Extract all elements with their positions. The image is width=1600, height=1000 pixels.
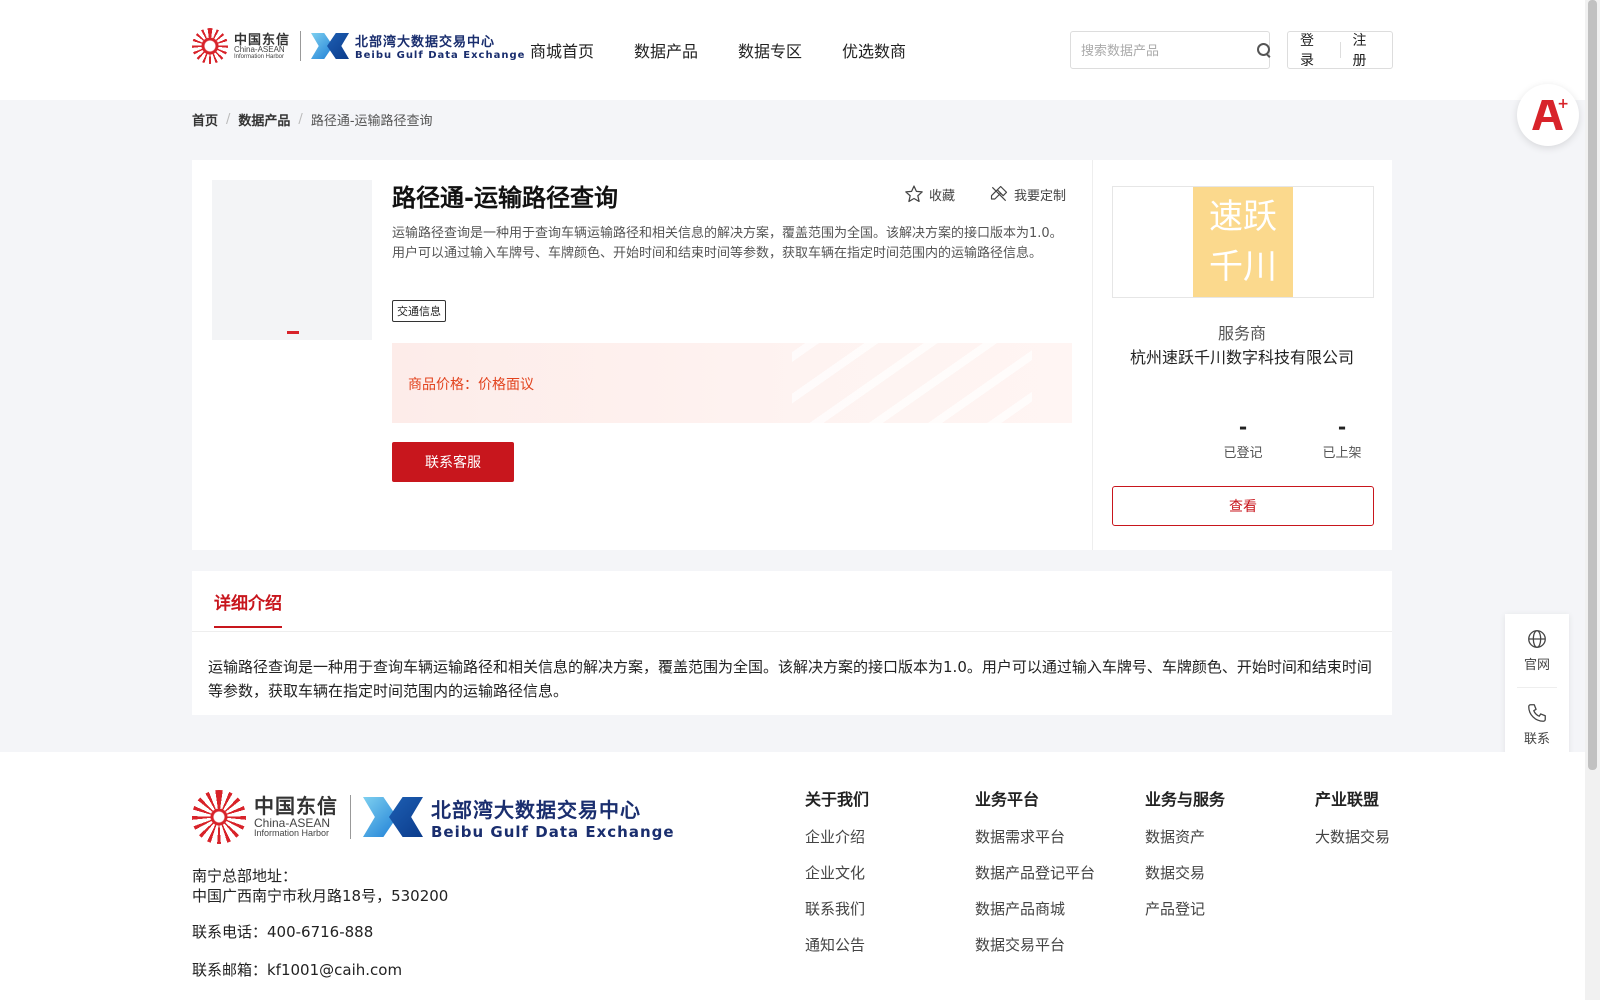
tab-detail-intro[interactable]: 详细介绍 [214, 589, 282, 628]
beibu-gulf-logo-icon [311, 31, 350, 61]
logo-cn-sub2: Information Harbor [234, 53, 285, 60]
globe-icon [1528, 630, 1546, 648]
footer-col-services: 业务与服务 数据资产 数据交易 产品登记 [1145, 790, 1226, 919]
phone-icon [1528, 704, 1546, 722]
logo-cn-title: 中国东信 [234, 31, 291, 47]
logo-divider [300, 31, 302, 61]
footer-link[interactable]: 数据需求平台 [975, 826, 1095, 847]
view-vendor-button[interactable]: 查看 [1112, 486, 1374, 526]
official-site-label: 官网 [1523, 658, 1550, 673]
carousel-indicator[interactable] [287, 331, 299, 334]
footer-link[interactable]: 数据交易平台 [975, 934, 1095, 955]
logo-cn-sub1: China-ASEAN [234, 44, 285, 54]
official-site-button[interactable]: 官网 [1505, 614, 1569, 687]
registered-stat: - 已登记 [1193, 416, 1293, 461]
price-text: 商品价格：价格面议 [408, 377, 534, 393]
logo-bb-sub: Beibu Gulf Data Exchange [355, 50, 526, 61]
contact-service-button[interactable]: 联系客服 [392, 442, 514, 482]
logo-bb-title: 北部湾大数据交易中心 [355, 35, 496, 50]
footer-link[interactable]: 通知公告 [805, 934, 869, 955]
favorite-label: 收藏 [929, 188, 956, 204]
customize-button[interactable]: 我要定制 [989, 184, 1066, 204]
registered-label: 已登记 [1223, 446, 1263, 461]
registered-count: - [1238, 415, 1248, 439]
search-box [1070, 31, 1270, 69]
ai-assistant-icon: + [1531, 96, 1569, 130]
nav-data-zone[interactable]: 数据专区 [738, 38, 802, 62]
price-decoration [792, 343, 1032, 423]
contact-label: 联系 [1523, 732, 1550, 747]
ai-assistant-button[interactable]: + [1517, 84, 1579, 146]
search-icon[interactable] [1257, 43, 1270, 57]
footer-link[interactable]: 数据资产 [1145, 826, 1225, 847]
footer-link[interactable]: 数据交易 [1145, 862, 1225, 883]
breadcrumb-current: 路径通-运输路径查询 [310, 114, 433, 129]
footer-col-alliance: 产业联盟 大数据交易 [1315, 790, 1391, 847]
china-asean-logo-icon [192, 790, 246, 844]
category-tag: 交通信息 [392, 300, 446, 322]
detail-section: 详细介绍 运输路径查询是一种用于查询车辆运输路径和相关信息的解决方案，覆盖范围为… [192, 571, 1392, 715]
nav-data-products[interactable]: 数据产品 [634, 38, 698, 62]
star-icon [905, 185, 923, 203]
footer-col-about: 关于我们 企业介绍 企业文化 联系我们 通知公告 [805, 790, 870, 955]
listed-stat: - 已上架 [1292, 416, 1392, 461]
register-link[interactable]: 注册 [1341, 30, 1393, 70]
auth-group: 登录 注册 [1287, 31, 1393, 69]
footer-link[interactable]: 数据产品登记平台 [975, 862, 1095, 883]
footer-link[interactable]: 数据产品商城 [975, 898, 1095, 919]
footer-col-platform: 业务平台 数据需求平台 数据产品登记平台 数据产品商城 数据交易平台 [975, 790, 1096, 955]
top-header: 中国东信 China-ASEAN Information Harbor 北部湾大… [0, 0, 1585, 100]
main-nav: 商城首页 数据产品 数据专区 优选数商 [530, 38, 906, 62]
china-asean-logo-icon [192, 28, 228, 64]
footer: 中国东信 China-ASEAN Information Harbor 北部湾大… [0, 752, 1585, 1000]
customize-icon [990, 185, 1008, 202]
footer-link[interactable]: 产品登记 [1145, 898, 1225, 919]
price-panel: 商品价格：价格面议 [392, 343, 1072, 423]
nav-mall-home[interactable]: 商城首页 [530, 38, 594, 62]
breadcrumb-home[interactable]: 首页 [192, 110, 218, 129]
address-value: 中国广西南宁市秋月路18号，530200 [192, 887, 449, 905]
footer-email: 联系邮箱：kf1001@caih.com [192, 961, 403, 979]
product-description: 运输路径查询是一种用于查询车辆运输路径和相关信息的解决方案，覆盖范围为全国。该解… [392, 226, 1063, 261]
footer-link[interactable]: 企业介绍 [805, 826, 869, 847]
listed-count: - [1337, 415, 1347, 439]
login-link[interactable]: 登录 [1288, 30, 1340, 70]
footer-address: 南宁总部地址： 中国广西南宁市秋月路18号，530200 [192, 866, 448, 906]
side-toolbar: 官网 联系 [1505, 614, 1569, 760]
footer-logo: 中国东信 China-ASEAN Information Harbor 北部湾大… [192, 790, 675, 844]
site-logo[interactable]: 中国东信 China-ASEAN Information Harbor 北部湾大… [192, 28, 525, 64]
vendor-label: 服务商 [1217, 324, 1266, 343]
search-input[interactable] [1081, 42, 1257, 58]
vendor-name: 杭州速跃千川数字科技有限公司 [1129, 348, 1354, 367]
product-image [212, 180, 372, 340]
vendor-logo-box: 速跃 千川 [1112, 186, 1374, 298]
page-scrollbar[interactable] [1585, 0, 1600, 1000]
product-card: 路径通-运输路径查询 收藏 我要定制 运输路径查询是一种用于查询车辆运输路径和相… [192, 160, 1392, 550]
breadcrumb-data-products[interactable]: 数据产品 [238, 110, 290, 129]
footer-link[interactable]: 大数据交易 [1315, 826, 1390, 847]
footer-link[interactable]: 联系我们 [805, 898, 869, 919]
breadcrumb: 首页 / 数据产品 / 路径通-运输路径查询 [192, 110, 433, 129]
scrollbar-thumb[interactable] [1588, 0, 1597, 770]
contact-button[interactable]: 联系 [1505, 688, 1569, 761]
customize-label: 我要定制 [1014, 188, 1067, 204]
listed-label: 已上架 [1322, 446, 1362, 461]
product-title: 路径通-运输路径查询 [392, 184, 618, 212]
footer-phone: 联系电话：400-6716-888 [192, 923, 374, 941]
favorite-button[interactable]: 收藏 [904, 184, 955, 204]
beibu-gulf-logo-icon [363, 795, 423, 839]
footer-link[interactable]: 企业文化 [805, 862, 869, 883]
detail-body: 运输路径查询是一种用于查询车辆运输路径和相关信息的解决方案，覆盖范围为全国。该解… [208, 658, 1372, 700]
nav-selected-vendors[interactable]: 优选数商 [842, 38, 906, 62]
vendor-logo: 速跃 千川 [1193, 187, 1293, 297]
address-label: 南宁总部地址： [192, 867, 298, 885]
